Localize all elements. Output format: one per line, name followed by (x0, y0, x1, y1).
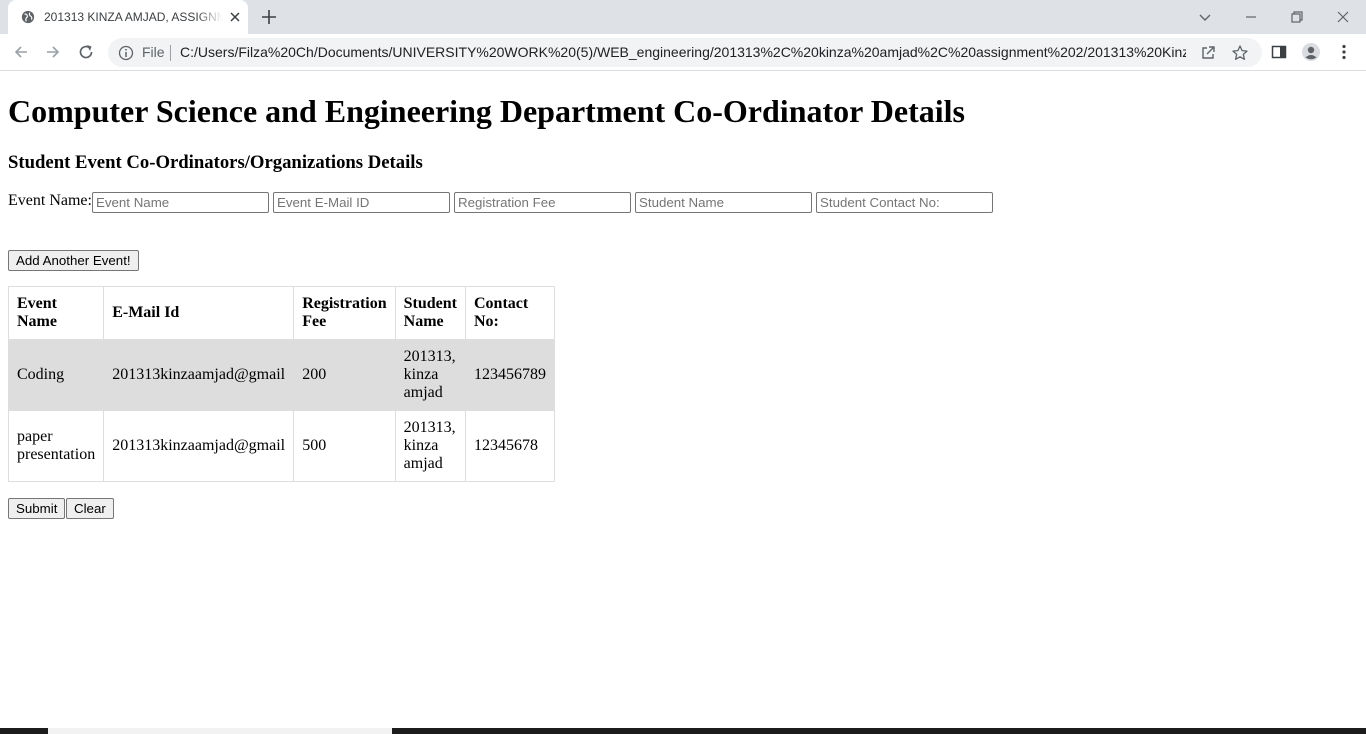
events-table: Event Name E-Mail Id Registration Fee St… (8, 286, 555, 482)
header-contact-no: Contact No: (466, 287, 554, 340)
browser-tab-strip: 201313 KINZA AMJAD, ASSIGNMENT 2 (0, 0, 1366, 34)
share-icon[interactable] (1198, 43, 1218, 63)
cell-student-name: 201313, kinza amjad (396, 411, 466, 481)
submit-button[interactable]: Submit (8, 498, 66, 519)
table-header-row: Event Name E-Mail Id Registration Fee St… (9, 287, 554, 340)
cell-contact-no: 12345678 (474, 437, 538, 454)
tab-title: 201313 KINZA AMJAD, ASSIGNMENT 2 (44, 10, 222, 24)
event-email-input[interactable] (273, 192, 450, 213)
section-subtitle: Student Event Co-Ordinators/Organization… (8, 152, 423, 173)
event-name-input[interactable] (92, 192, 269, 213)
cell-event-name: Coding (9, 340, 105, 411)
back-arrow-icon[interactable] (11, 42, 31, 62)
header-email: E-Mail Id (104, 287, 295, 340)
table-row: Coding 201313kinzaamjad@gmail 200 201313… (9, 340, 554, 411)
taskbar-preview-edge (48, 728, 392, 734)
event-name-label: Event Name: (8, 192, 92, 209)
header-registration-fee: Registration Fee (294, 287, 396, 340)
cell-email: 201313kinzaamjad@gmail (104, 411, 295, 481)
header-event-name: Event Name (9, 287, 105, 340)
address-divider (170, 45, 171, 61)
url-text[interactable]: C:/Users/Filza%20Ch/Documents/UNIVERSITY… (180, 44, 1186, 60)
table-row: paper presentation 201313kinzaamjad@gmai… (9, 411, 554, 481)
globe-icon (21, 10, 35, 24)
clear-button[interactable]: Clear (66, 498, 114, 519)
student-contact-input[interactable] (816, 192, 993, 213)
info-icon[interactable] (118, 45, 134, 61)
tab-search-icon[interactable] (1195, 7, 1215, 27)
cell-event-name: paper presentation (9, 411, 105, 481)
browser-toolbar: File C:/Users/Filza%20Ch/Documents/UNIVE… (0, 34, 1366, 71)
add-event-button[interactable]: Add Another Event! (8, 250, 139, 271)
page-title: Computer Science and Engineering Departm… (8, 93, 965, 129)
file-scheme-label: File (142, 44, 165, 60)
address-bar[interactable]: File C:/Users/Filza%20Ch/Documents/UNIVE… (108, 38, 1262, 67)
cell-student-name: 201313, kinza amjad (395, 340, 466, 411)
new-tab-icon[interactable] (260, 8, 278, 26)
bookmark-star-icon[interactable] (1230, 43, 1250, 63)
minimize-icon[interactable] (1241, 7, 1261, 27)
cell-registration-fee: 200 (294, 340, 396, 411)
kebab-menu-icon[interactable] (1334, 42, 1354, 62)
reload-icon[interactable] (76, 42, 96, 62)
cell-email: 201313kinzaamjad@gmail (104, 340, 295, 411)
restore-icon[interactable] (1287, 7, 1307, 27)
profile-avatar-icon[interactable] (1301, 42, 1321, 62)
registration-fee-input[interactable] (454, 192, 631, 213)
side-panel-icon[interactable] (1269, 42, 1289, 62)
student-name-input[interactable] (635, 192, 812, 213)
forward-arrow-icon[interactable] (43, 42, 63, 62)
header-student-name: Student Name (395, 287, 466, 340)
close-window-icon[interactable] (1333, 7, 1353, 27)
close-tab-icon[interactable] (227, 9, 243, 25)
browser-tab[interactable]: 201313 KINZA AMJAD, ASSIGNMENT 2 (8, 0, 248, 34)
cell-contact-no: 123456789 (466, 340, 554, 411)
cell-registration-fee: 500 (294, 411, 396, 481)
